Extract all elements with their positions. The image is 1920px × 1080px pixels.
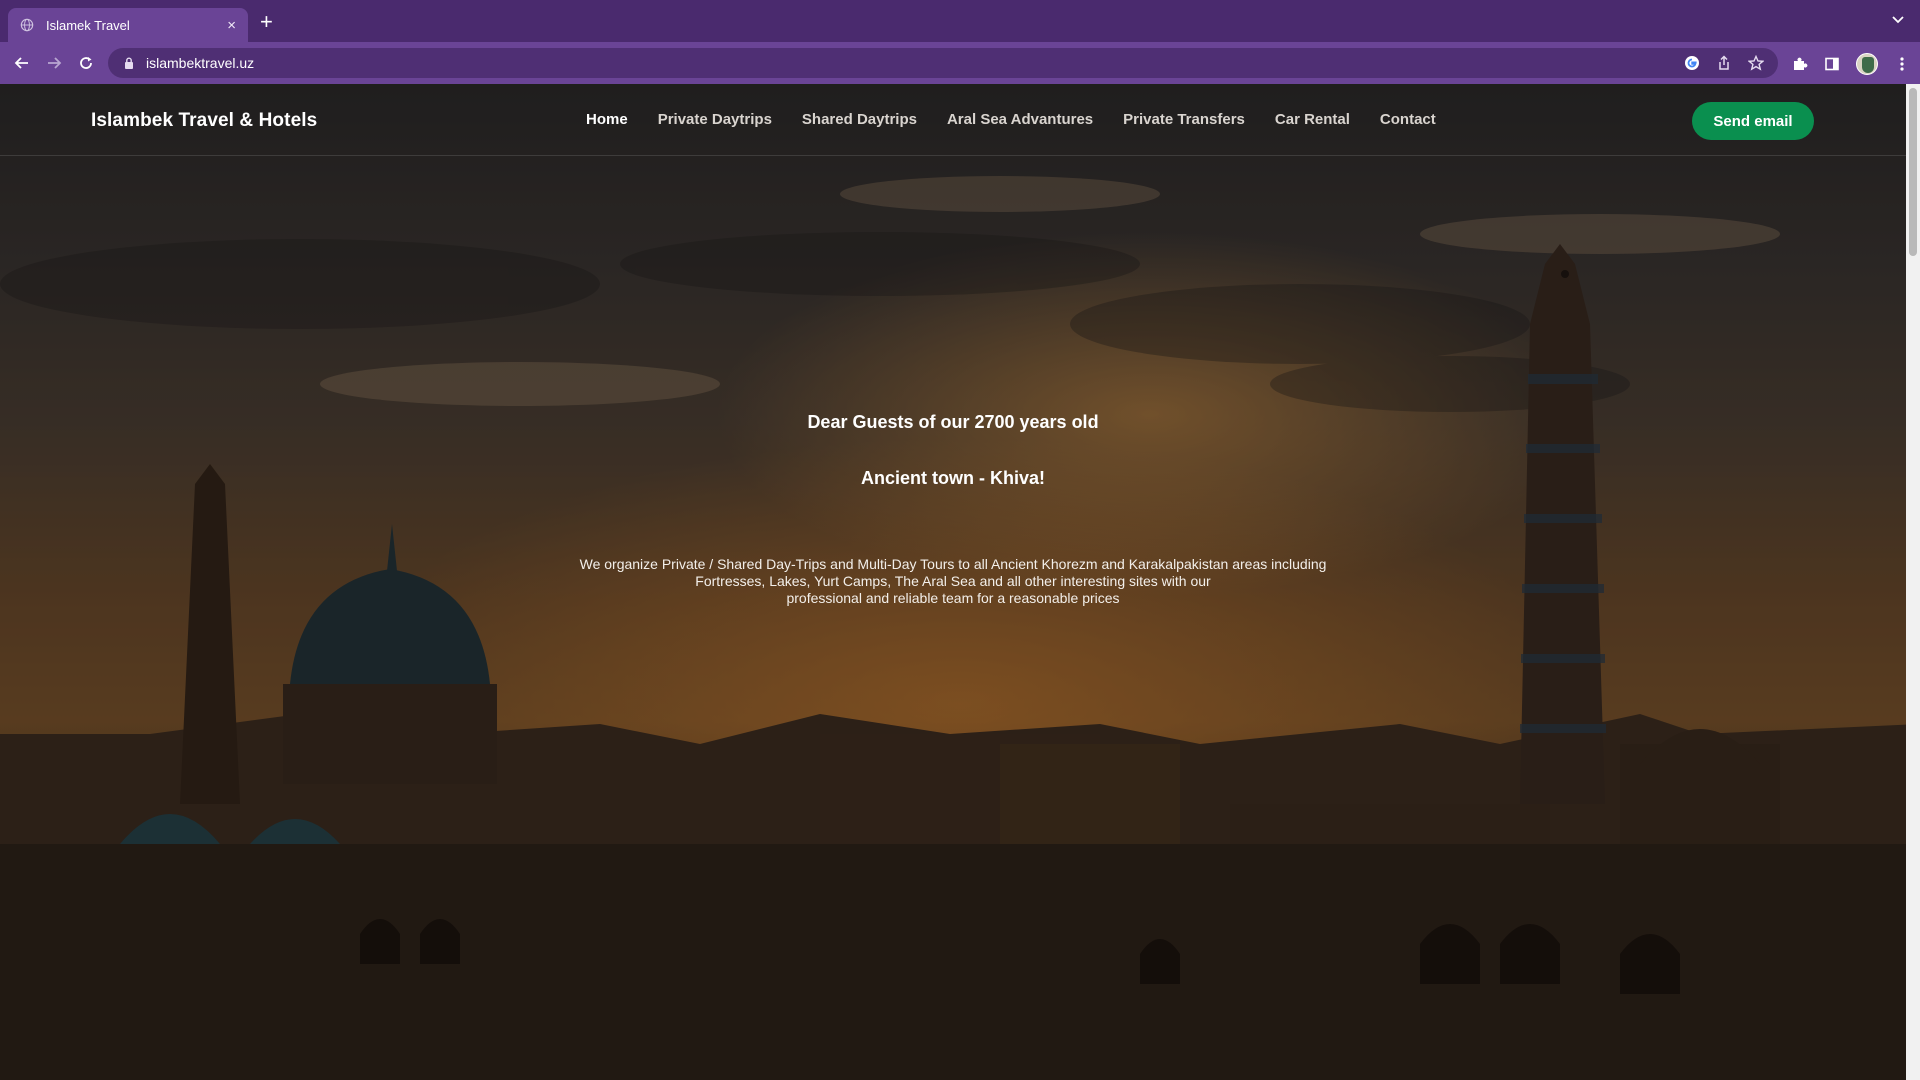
nav-private-daytrips[interactable]: Private Daytrips xyxy=(658,111,772,128)
forward-icon[interactable] xyxy=(45,54,63,72)
chevron-down-icon[interactable] xyxy=(1892,16,1904,24)
star-icon[interactable] xyxy=(1748,55,1764,71)
url-text: islambektravel.uz xyxy=(146,55,255,71)
address-bar[interactable]: islambektravel.uz xyxy=(108,48,1778,78)
main-nav: Home Private Daytrips Shared Daytrips Ar… xyxy=(586,111,1436,128)
nav-car-rental[interactable]: Car Rental xyxy=(1275,111,1350,128)
sidepanel-icon[interactable] xyxy=(1824,56,1840,72)
browser-tab[interactable]: Islamek Travel × xyxy=(8,8,248,42)
reload-icon[interactable] xyxy=(77,54,95,72)
avatar[interactable] xyxy=(1856,53,1878,75)
hero-paragraph-line: professional and reliable team for a rea… xyxy=(786,590,1120,606)
nav-contact[interactable]: Contact xyxy=(1380,111,1436,128)
plus-icon[interactable]: + xyxy=(260,11,273,33)
site-logo[interactable]: Islambek Travel & Hotels xyxy=(91,110,317,132)
browser-tab-strip: Islamek Travel × + xyxy=(0,0,1920,42)
browser-toolbar: islambektravel.uz xyxy=(0,42,1920,84)
google-icon[interactable] xyxy=(1684,55,1700,71)
menu-dots-icon[interactable] xyxy=(1894,56,1910,72)
nav-aral-sea-advantures[interactable]: Aral Sea Advantures xyxy=(947,111,1093,128)
puzzle-icon[interactable] xyxy=(1792,56,1808,72)
lock-icon[interactable] xyxy=(124,57,134,69)
globe-icon xyxy=(20,18,34,32)
site-header: Islambek Travel & Hotels Home Private Da… xyxy=(0,84,1906,156)
page-scrollbar[interactable] xyxy=(1906,84,1920,1080)
hero-heading-line-1: Dear Guests of our 2700 years old xyxy=(807,412,1099,432)
hero-paragraph-line: Fortresses, Lakes, Yurt Camps, The Aral … xyxy=(695,573,1211,589)
hero-paragraph-line: We organize Private / Shared Day-Trips a… xyxy=(579,556,1327,572)
back-icon[interactable] xyxy=(13,54,31,72)
nav-private-transfers[interactable]: Private Transfers xyxy=(1123,111,1245,128)
toolbar-actions xyxy=(1792,53,1910,75)
send-email-button[interactable]: Send email xyxy=(1692,102,1814,140)
page-viewport: Islambek Travel & Hotels Home Private Da… xyxy=(0,84,1920,1080)
tab-title: Islamek Travel xyxy=(46,17,130,33)
nav-shared-daytrips[interactable]: Shared Daytrips xyxy=(802,111,917,128)
hero-paragraph: We organize Private / Shared Day-Trips a… xyxy=(553,556,1353,607)
hero-heading-line-2: Ancient town - Khiva! xyxy=(861,468,1045,488)
scrollbar-thumb[interactable] xyxy=(1909,88,1917,256)
close-icon[interactable]: × xyxy=(227,18,236,33)
share-icon[interactable] xyxy=(1716,55,1732,71)
nav-home[interactable]: Home xyxy=(586,111,628,128)
